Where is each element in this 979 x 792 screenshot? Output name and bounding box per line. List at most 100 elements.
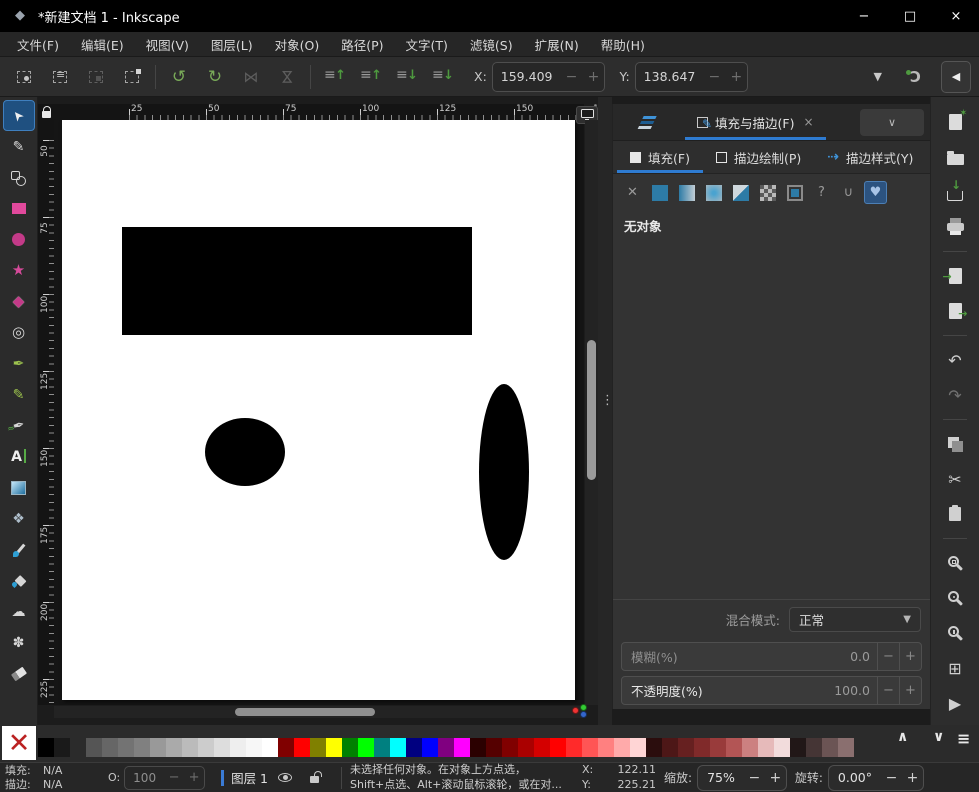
panel-splitter[interactable]: ⋮ xyxy=(598,97,612,725)
palette-swatch[interactable] xyxy=(566,738,582,757)
rotation-spinbox[interactable]: 0.00° − + xyxy=(828,765,924,791)
palette-swatch[interactable] xyxy=(326,738,342,757)
x-coordinate-spinbox[interactable]: 159.409 − + xyxy=(492,62,606,92)
menu-extensions[interactable]: 扩展(N) xyxy=(524,32,590,57)
drawn-ellipse[interactable] xyxy=(479,384,529,560)
palette-swatch[interactable] xyxy=(710,738,726,757)
drawn-ellipse[interactable] xyxy=(205,418,285,486)
paint-pattern-button[interactable] xyxy=(756,181,779,204)
select-all-button[interactable] xyxy=(6,61,42,93)
layer-visibility-icon[interactable] xyxy=(278,773,292,782)
palette-menu-icon[interactable]: ≡ xyxy=(957,729,970,748)
palette-swatch[interactable] xyxy=(758,738,774,757)
menu-help[interactable]: 帮助(H) xyxy=(590,32,656,57)
zoom-decrement-button[interactable]: − xyxy=(744,770,765,786)
export-image-button[interactable] xyxy=(938,296,972,326)
palette-swatch[interactable] xyxy=(230,738,246,757)
menu-text[interactable]: 文字(T) xyxy=(395,32,459,57)
y-decrement-button[interactable]: − xyxy=(703,69,725,85)
palette-scroll-down-icon[interactable]: ∨ xyxy=(933,729,944,745)
palette-scroll-up-icon[interactable]: ∧ xyxy=(897,729,908,745)
palette-swatch[interactable] xyxy=(102,738,118,757)
palette-swatch[interactable] xyxy=(134,738,150,757)
rotation-decrement-button[interactable]: − xyxy=(881,770,902,786)
palette-swatch[interactable] xyxy=(278,738,294,757)
gradient-tool-button[interactable] xyxy=(3,472,35,503)
text-tool-button[interactable]: A xyxy=(3,441,35,472)
zoom-center-page-button[interactable]: ⊞ xyxy=(938,653,972,683)
y-coordinate-spinbox[interactable]: 138.647 − + xyxy=(635,62,749,92)
palette-swatch[interactable] xyxy=(406,738,422,757)
vertical-ruler[interactable]: 5075100125150175200225 xyxy=(38,120,54,705)
subtab-stroke-style[interactable]: ⇢描边样式(Y) xyxy=(814,141,926,173)
palette-swatch[interactable] xyxy=(630,738,646,757)
tab-objects-dialog[interactable] xyxy=(613,104,685,140)
palette-swatch[interactable] xyxy=(806,738,822,757)
selector-tool-button[interactable]: ➤ xyxy=(3,100,35,131)
box-3d-tool-button[interactable]: ◆ xyxy=(3,286,35,317)
document-page[interactable] xyxy=(62,120,575,700)
open-document-button[interactable] xyxy=(938,142,972,172)
subtab-fill[interactable]: 填充(F) xyxy=(617,141,703,173)
object-opacity-value[interactable]: 100 xyxy=(125,771,164,785)
layer-unlock-icon[interactable] xyxy=(310,776,319,783)
palette-swatch[interactable] xyxy=(598,738,614,757)
palette-swatch[interactable] xyxy=(486,738,502,757)
rotate-ccw-button[interactable] xyxy=(161,61,197,93)
mesh-tool-button[interactable]: ❖ xyxy=(3,503,35,534)
palette-swatch[interactable] xyxy=(614,738,630,757)
dock-overflow-button[interactable]: ∨ xyxy=(860,109,924,136)
paint-horseshoe-button[interactable]: ∪ xyxy=(837,181,860,204)
opacity-increment[interactable]: + xyxy=(184,770,204,785)
menu-edit[interactable]: 编辑(E) xyxy=(70,32,135,57)
tweak-tool-button[interactable]: ☁ xyxy=(3,596,35,627)
palette-swatch[interactable] xyxy=(150,738,166,757)
palette-swatch[interactable] xyxy=(582,738,598,757)
palette-swatch[interactable] xyxy=(438,738,454,757)
blur-decrement-button[interactable]: − xyxy=(877,643,899,670)
palette-swatch[interactable] xyxy=(742,738,758,757)
palette-swatch[interactable] xyxy=(774,738,790,757)
palette-swatch[interactable] xyxy=(294,738,310,757)
palette-swatch[interactable] xyxy=(822,738,838,757)
toolbar-overflow-chevron-icon[interactable]: ▼ xyxy=(860,70,896,83)
zoom-page-button[interactable] xyxy=(938,618,972,648)
y-coordinate-value[interactable]: 138.647 xyxy=(636,69,704,84)
opacity-decrement[interactable]: − xyxy=(164,770,184,785)
paint-no-paint-button[interactable]: ✕ xyxy=(621,181,644,204)
select-all-layers-button[interactable] xyxy=(42,61,78,93)
rotate-cw-button[interactable] xyxy=(197,61,233,93)
fill-stroke-indicator[interactable]: 填充:N/A 描边:N/A xyxy=(0,764,108,791)
paint-unknown-button[interactable]: ? xyxy=(810,181,833,204)
subtab-stroke-paint[interactable]: 描边绘制(P) xyxy=(703,141,814,173)
shape-builder-tool-button[interactable] xyxy=(3,162,35,193)
import-image-button[interactable] xyxy=(938,261,972,291)
rotation-value[interactable]: 0.00° xyxy=(829,770,881,785)
palette-swatch[interactable] xyxy=(198,738,214,757)
spiral-tool-button[interactable]: ◎ xyxy=(3,317,35,348)
undo-button[interactable]: ↶ xyxy=(938,345,972,375)
palette-swatch[interactable] xyxy=(790,738,806,757)
paint-heart-button[interactable]: ♥ xyxy=(864,181,887,204)
palette-swatch[interactable] xyxy=(358,738,374,757)
rotation-increment-button[interactable]: + xyxy=(902,770,923,786)
maximize-button[interactable]: □ xyxy=(887,0,933,32)
menu-object[interactable]: 对象(O) xyxy=(264,32,331,57)
vertical-scrollbar[interactable] xyxy=(585,120,598,705)
palette-swatch[interactable] xyxy=(182,738,198,757)
horizontal-ruler[interactable]: 255075100125150175 xyxy=(54,104,584,120)
color-profile-icon[interactable] xyxy=(572,704,590,718)
minimize-button[interactable]: − xyxy=(841,0,887,32)
opacity-decrement-button[interactable]: − xyxy=(877,677,899,704)
object-opacity-spinbox[interactable]: 100 − + xyxy=(124,766,205,790)
more-commands-button[interactable]: ▶ xyxy=(938,688,972,718)
palette-swatch[interactable] xyxy=(646,738,662,757)
menu-file[interactable]: 文件(F) xyxy=(6,32,70,57)
palette-swatch[interactable] xyxy=(246,738,262,757)
palette-swatch[interactable] xyxy=(550,738,566,757)
palette-swatch[interactable] xyxy=(678,738,694,757)
calligraphy-tool-button[interactable]: ✒ xyxy=(3,410,35,441)
eraser-tool-button[interactable] xyxy=(3,658,35,689)
save-document-button[interactable] xyxy=(938,177,972,207)
paint-bucket-tool-button[interactable] xyxy=(3,565,35,596)
